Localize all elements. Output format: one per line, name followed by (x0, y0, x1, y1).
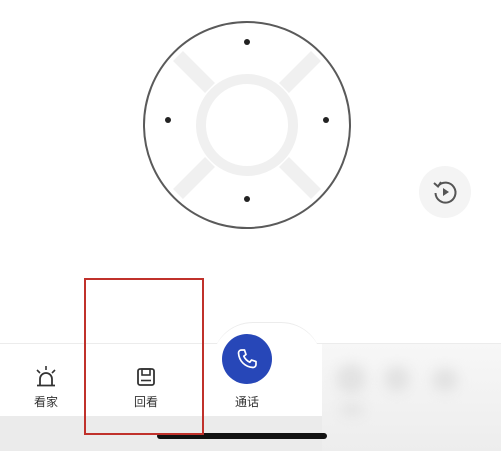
ptz-direction-pad[interactable] (140, 18, 354, 232)
replay-button[interactable] (419, 166, 471, 218)
tab-home-guard[interactable]: 看家 (1, 344, 91, 416)
tab-home-guard-label: 看家 (33, 395, 58, 409)
call-button[interactable] (222, 334, 272, 384)
home-indicator (157, 433, 327, 439)
alarm-light-icon (33, 364, 59, 390)
call-label: 通话 (234, 395, 259, 409)
playback-icon (133, 364, 159, 390)
screen: 看家 回看 通话 (0, 0, 501, 451)
tab-playback[interactable]: 回看 (101, 344, 191, 416)
phone-icon (237, 349, 257, 369)
ptz-right-button[interactable] (295, 90, 350, 160)
replay-icon (433, 181, 457, 204)
tab-playback-label: 回看 (133, 395, 158, 409)
ptz-up-button[interactable] (212, 22, 282, 77)
ptz-left-button[interactable] (144, 90, 199, 160)
ptz-down-button[interactable] (212, 173, 282, 228)
blurred-region (322, 344, 501, 451)
